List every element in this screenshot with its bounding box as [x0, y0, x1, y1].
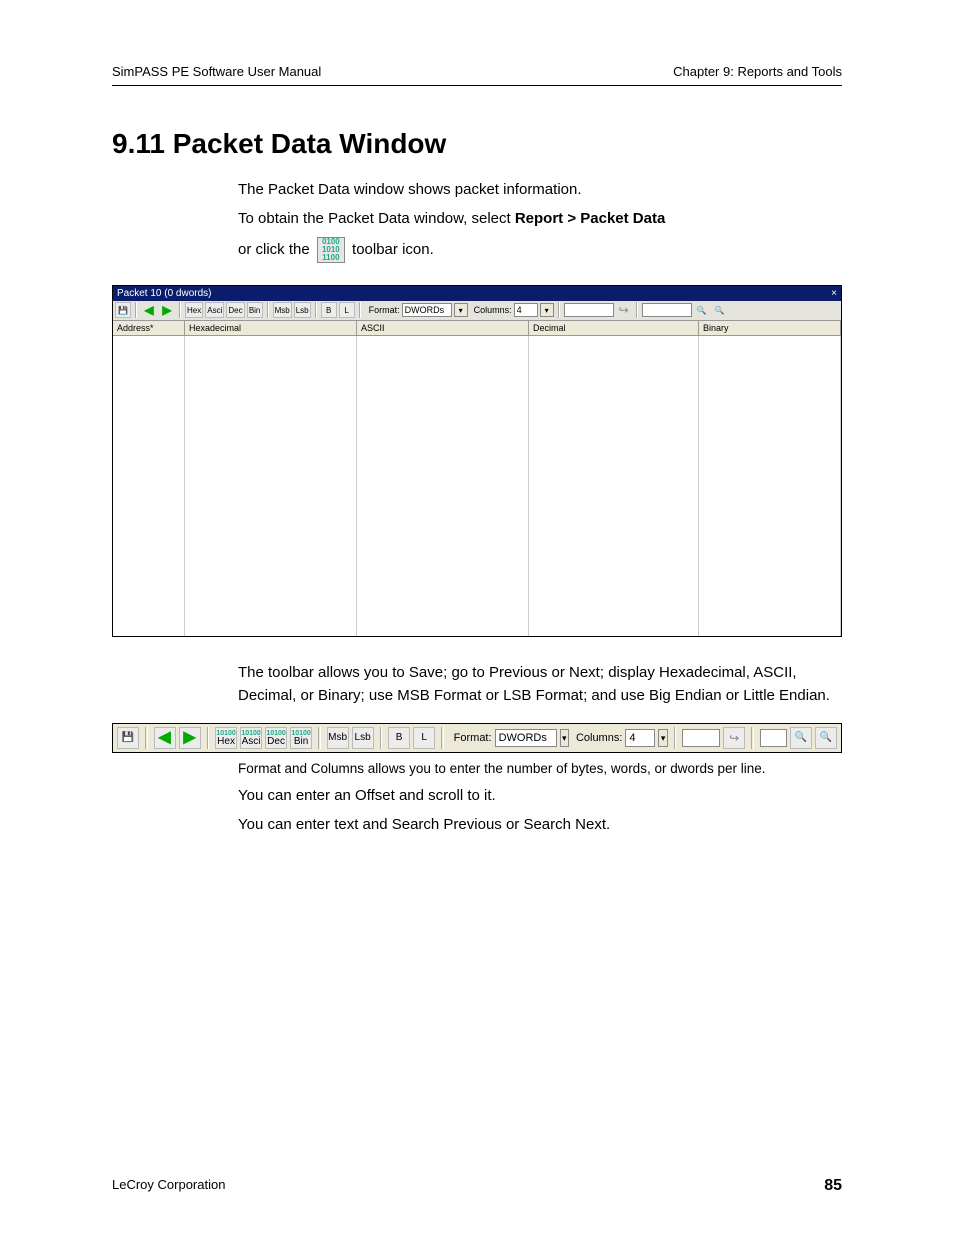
intro-p3a: or click the: [238, 240, 314, 257]
menu-path: Report > Packet Data: [515, 210, 665, 227]
separator: [441, 727, 444, 749]
col-hex[interactable]: Hexadecimal: [185, 321, 357, 335]
msb-button[interactable]: Msb: [273, 302, 292, 318]
col-ascii[interactable]: ASCII: [357, 321, 529, 335]
toolbar-desc: The toolbar allows you to Save; go to Pr…: [238, 661, 842, 708]
close-icon[interactable]: ×: [831, 288, 837, 299]
packet-data-window: Packet 10 (0 dwords) × 💾 ◀ ▶ Hex Asci De…: [112, 285, 842, 637]
dec-button[interactable]: Dec: [226, 302, 244, 318]
format-input[interactable]: [402, 303, 452, 317]
dec-button[interactable]: 10100Dec: [265, 727, 287, 749]
column-headers: Address* Hexadecimal ASCII Decimal Binar…: [113, 321, 841, 336]
separator: [636, 302, 638, 318]
bin-button[interactable]: 10100Bin: [290, 727, 312, 749]
page-number: 85: [824, 1177, 842, 1195]
columns-dropdown-icon[interactable]: ▾: [658, 729, 667, 747]
columns-label: Columns:: [474, 305, 512, 315]
window-titlebar: Packet 10 (0 dwords) ×: [113, 286, 841, 301]
packet-data-toolbar-icon: 0100 1010 1100: [317, 237, 345, 263]
intro-p2: To obtain the Packet Data window, select…: [238, 207, 842, 230]
search-prev-button[interactable]: 🔍: [694, 302, 710, 318]
big-endian-button[interactable]: B: [321, 302, 337, 318]
lsb-button[interactable]: Lsb: [294, 302, 311, 318]
save-button[interactable]: 💾: [115, 302, 131, 318]
format-dropdown-icon[interactable]: ▾: [454, 303, 468, 317]
columns-dropdown-icon[interactable]: ▾: [540, 303, 554, 317]
save-button[interactable]: 💾: [117, 727, 139, 749]
separator: [135, 302, 137, 318]
search-prev-button[interactable]: 🔍: [790, 727, 812, 749]
separator: [359, 302, 361, 318]
separator: [751, 727, 754, 749]
separator: [267, 302, 269, 318]
search-next-button[interactable]: 🔍: [815, 727, 837, 749]
hex-button[interactable]: 10100Hex: [215, 727, 237, 749]
search-desc: You can enter text and Search Previous o…: [238, 813, 842, 836]
next-button[interactable]: ▶: [159, 302, 175, 318]
window-title: Packet 10 (0 dwords): [117, 288, 212, 299]
separator: [179, 302, 181, 318]
separator: [145, 727, 148, 749]
header-left: SimPASS PE Software User Manual: [112, 64, 321, 79]
offset-input[interactable]: [682, 729, 720, 747]
format-columns-desc: Format and Columns allows you to enter t…: [238, 761, 842, 776]
col-body-ascii: [357, 336, 529, 636]
search-input[interactable]: [760, 729, 787, 747]
columns-label: Columns:: [576, 732, 622, 744]
toolbar-large-figure: 💾 ◀ ▶ 10100Hex 10100Asci 10100Dec 10100B…: [112, 723, 842, 753]
prev-button[interactable]: ◀: [154, 727, 176, 749]
col-body-hex: [185, 336, 357, 636]
hex-button[interactable]: Hex: [185, 302, 203, 318]
footer-company: LeCroy Corporation: [112, 1177, 225, 1195]
col-decimal[interactable]: Decimal: [529, 321, 699, 335]
search-next-button[interactable]: 🔍: [712, 302, 728, 318]
lsb-button[interactable]: Lsb: [352, 727, 374, 749]
bin-label: Bin: [294, 737, 308, 747]
offset-desc: You can enter an Offset and scroll to it…: [238, 784, 842, 807]
dec-label: Dec: [267, 737, 285, 747]
col-body-binary: [699, 336, 841, 636]
separator: [315, 302, 317, 318]
asci-button[interactable]: 10100Asci: [240, 727, 262, 749]
goto-button[interactable]: ↪: [723, 727, 745, 749]
separator: [380, 727, 383, 749]
little-endian-button[interactable]: L: [339, 302, 355, 318]
header-right: Chapter 9: Reports and Tools: [673, 64, 842, 79]
data-grid: [113, 336, 841, 636]
intro-p1: The Packet Data window shows packet info…: [238, 178, 842, 201]
search-input[interactable]: [642, 303, 692, 317]
format-label: Format:: [369, 305, 400, 315]
col-address[interactable]: Address*: [113, 321, 185, 335]
toolbar-small: 💾 ◀ ▶ Hex Asci Dec Bin Msb Lsb B L Forma…: [113, 301, 841, 321]
prev-button[interactable]: ◀: [141, 302, 157, 318]
icon-bits-3: 1100: [322, 254, 339, 262]
section-title: 9.11 Packet Data Window: [112, 128, 842, 160]
goto-button[interactable]: ↪: [616, 302, 632, 318]
msb-button[interactable]: Msb: [327, 727, 349, 749]
columns-input[interactable]: [625, 729, 655, 747]
big-endian-button[interactable]: B: [388, 727, 410, 749]
separator: [207, 727, 210, 749]
intro-p3b: toolbar icon.: [352, 240, 434, 257]
bin-button[interactable]: Bin: [247, 302, 263, 318]
separator: [318, 727, 321, 749]
format-dropdown-icon[interactable]: ▾: [560, 729, 569, 747]
next-button[interactable]: ▶: [179, 727, 201, 749]
col-body-decimal: [529, 336, 699, 636]
separator: [558, 302, 560, 318]
offset-input[interactable]: [564, 303, 614, 317]
col-body-address: [113, 336, 185, 636]
hex-label: Hex: [217, 737, 235, 747]
separator: [674, 727, 677, 749]
columns-input[interactable]: [514, 303, 538, 317]
little-endian-button[interactable]: L: [413, 727, 435, 749]
format-label: Format:: [454, 732, 492, 744]
format-input[interactable]: [495, 729, 557, 747]
intro-p3: or click the 0100 1010 1100 toolbar icon…: [238, 237, 842, 263]
intro-p2a: To obtain the Packet Data window, select: [238, 210, 515, 227]
asci-button[interactable]: Asci: [205, 302, 224, 318]
asci-label: Asci: [242, 737, 261, 747]
col-binary[interactable]: Binary: [699, 321, 841, 335]
